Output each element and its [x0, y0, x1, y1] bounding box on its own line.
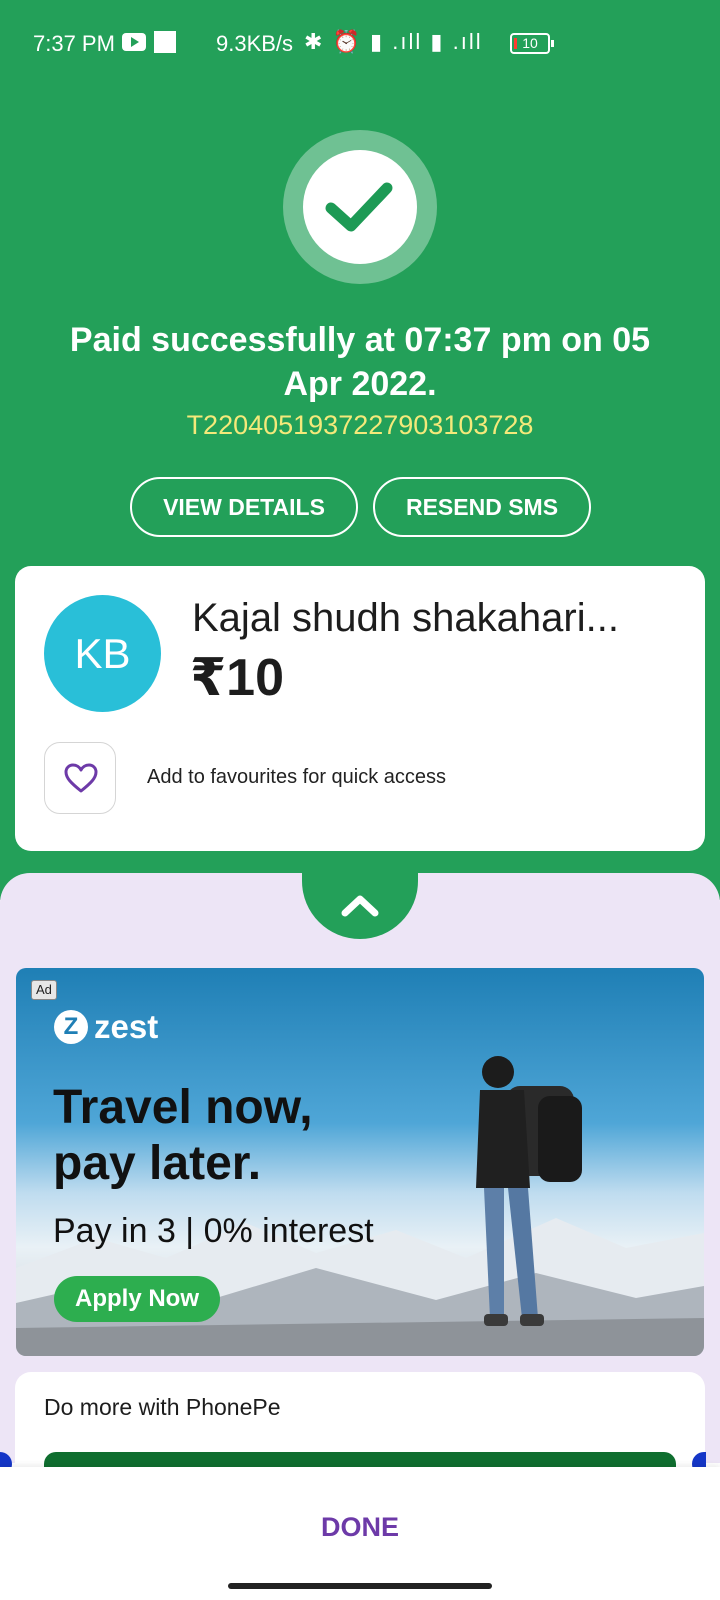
add-favourite-button[interactable]: [44, 742, 116, 814]
zest-ad-banner[interactable]: Ad Z zest Travel now, pay later. Pay in …: [16, 968, 704, 1356]
do-more-title: Do more with PhonePe: [44, 1394, 281, 1420]
check-circle: [303, 150, 417, 264]
view-details-button[interactable]: VIEW DETAILS: [130, 477, 358, 537]
ad-headline: Travel now, pay later.: [53, 1081, 313, 1190]
success-check-icon: [283, 130, 437, 284]
avatar: KB: [44, 595, 161, 712]
youtube-notification-icon: [122, 33, 146, 51]
merchant-name: Kajal shudh shakahari...: [192, 596, 619, 640]
done-button[interactable]: DONE: [260, 1497, 460, 1557]
zest-logo-icon: Z: [54, 1010, 88, 1044]
zest-brand-name: zest: [94, 1008, 159, 1045]
ad-subline: Pay in 3 | 0% interest: [53, 1212, 374, 1250]
bottom-bar: DONE: [0, 1467, 720, 1600]
ad-label: Ad: [31, 980, 57, 1000]
home-indicator[interactable]: [228, 1583, 492, 1589]
network-speed: 9.3KB/s: [216, 31, 294, 56]
chevron-up-icon: [341, 895, 379, 917]
resend-sms-button[interactable]: RESEND SMS: [373, 477, 591, 537]
checkmark-icon: [325, 182, 393, 232]
apply-now-button[interactable]: Apply Now: [54, 1276, 220, 1322]
merchant-card: KB Kajal shudh shakahari... ₹10 Add to f…: [15, 566, 705, 851]
heart-icon: [64, 763, 98, 793]
favourite-hint: Add to favourites for quick access: [147, 766, 447, 788]
battery-icon: 10: [510, 33, 554, 54]
transaction-id: T2204051937227903103728: [186, 410, 534, 440]
hiker-image: [476, 1056, 582, 1326]
status-time: 7:37 PM: [33, 31, 115, 56]
notification-square-icon: [154, 31, 176, 53]
paid-amount: ₹10: [190, 649, 285, 707]
payment-success-message: Paid successfully at 07:37 pm on 05 Apr …: [69, 321, 651, 403]
status-icons: ✱ ⏰ ▮ .ıll ▮ .ıll: [304, 29, 483, 54]
status-bar: 7:37 PM 9.3KB/s ✱ ⏰ ▮ .ıll ▮ .ıll 10: [0, 0, 720, 90]
